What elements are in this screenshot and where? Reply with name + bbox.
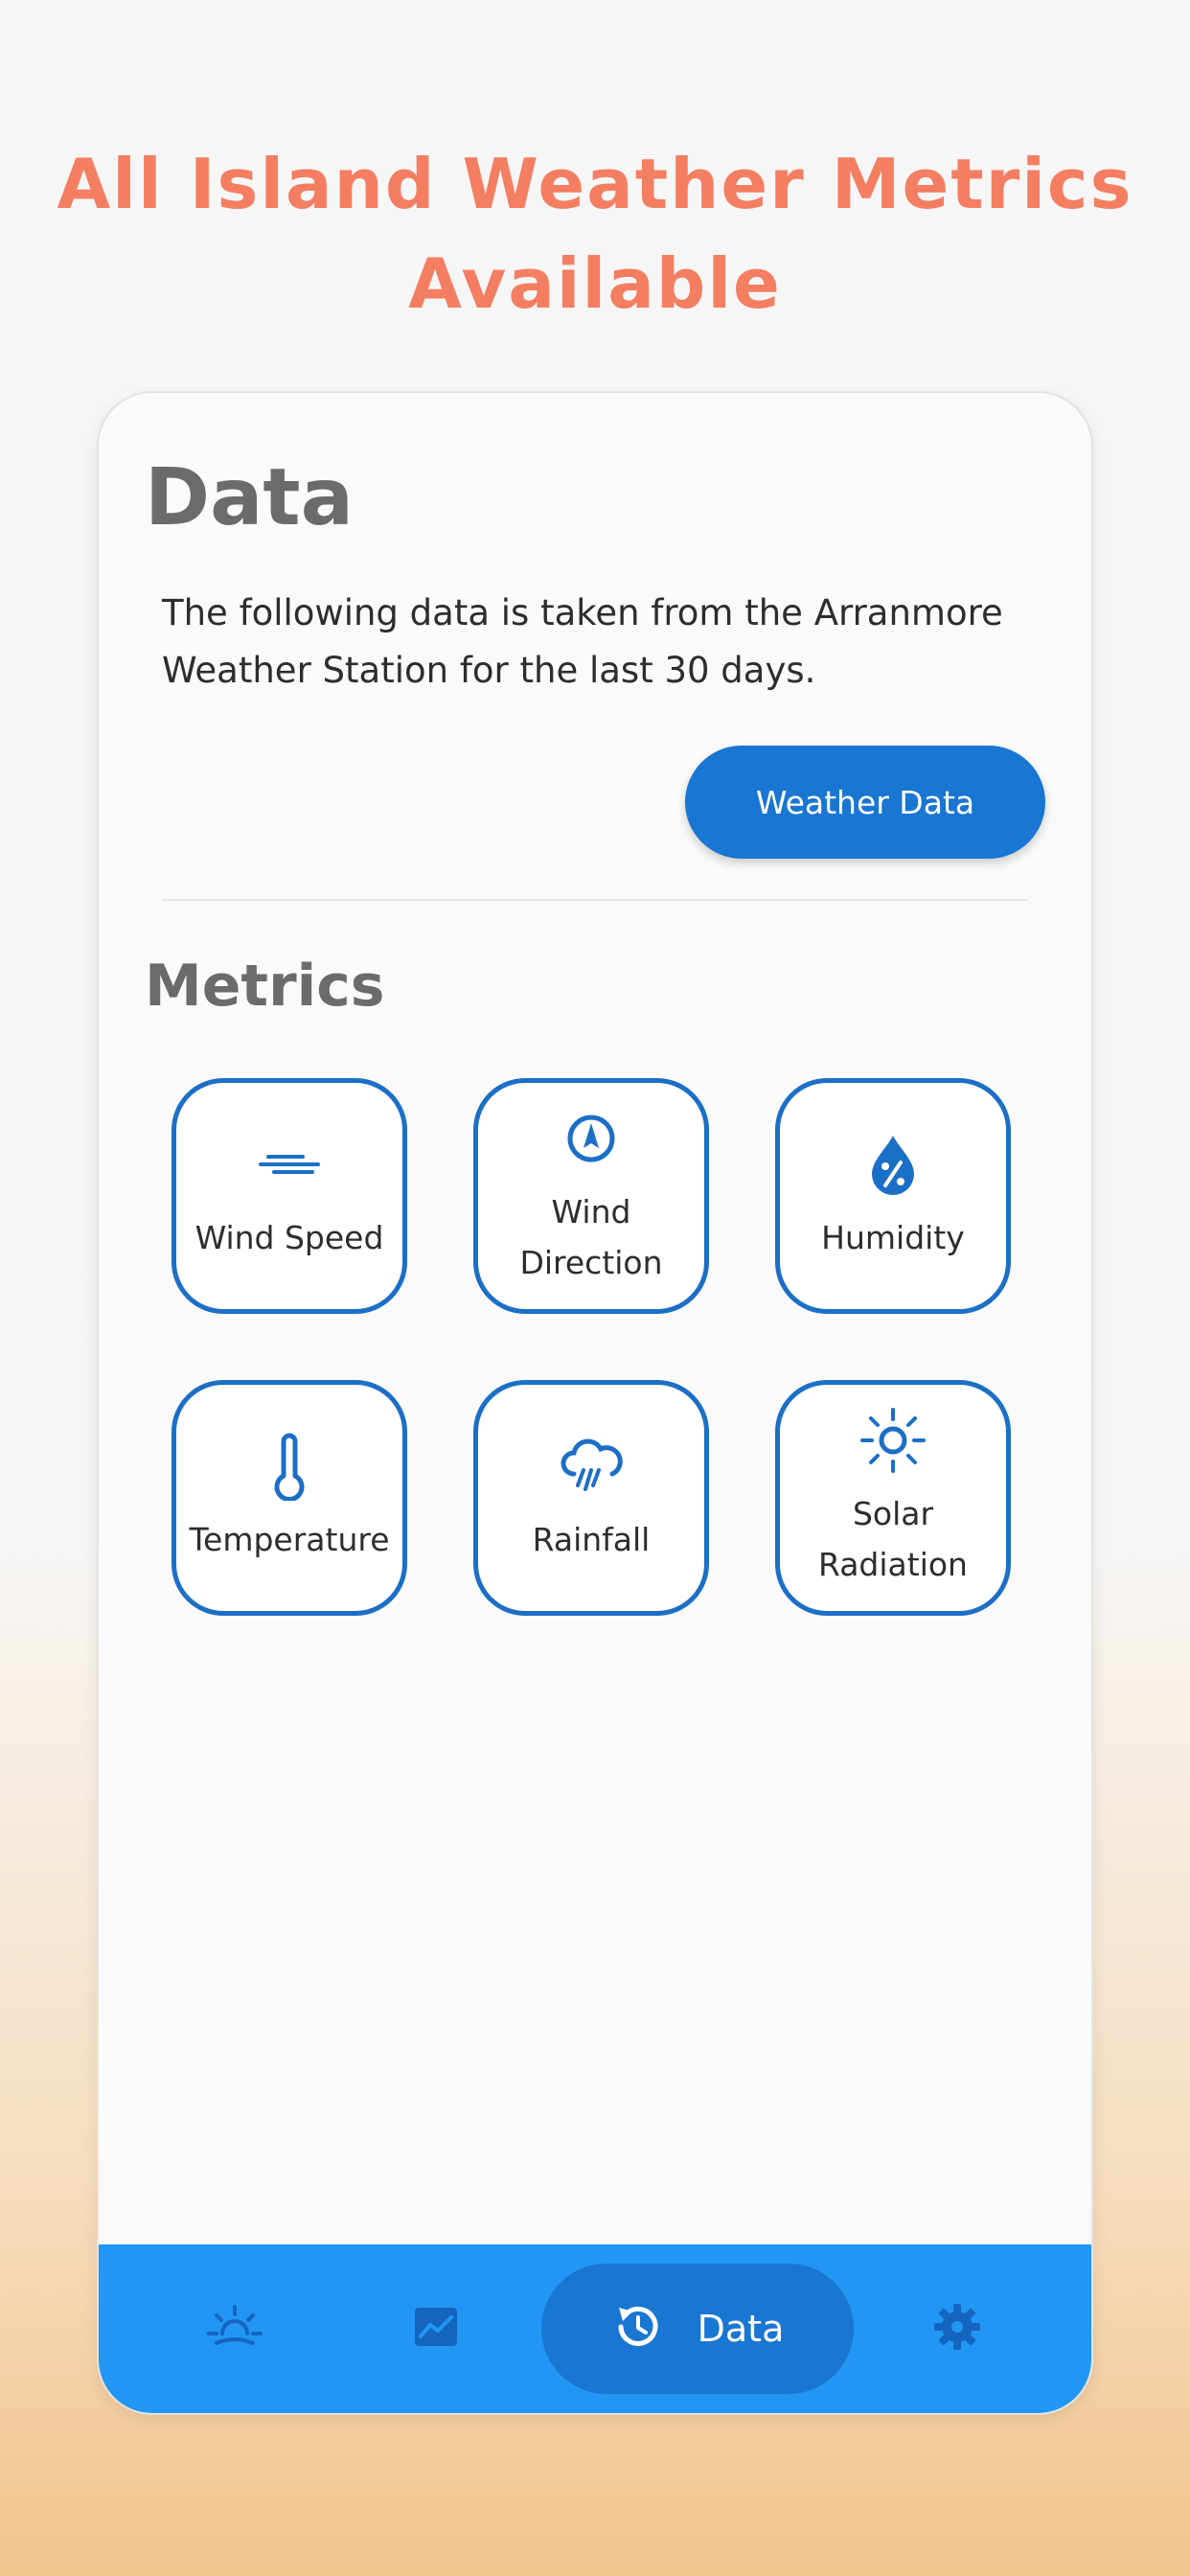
metric-tile-rainfall[interactable]: Rainfall — [473, 1380, 709, 1616]
metric-label: Temperature — [189, 1520, 390, 1558]
metric-label: Humidity — [821, 1218, 965, 1256]
metric-label: Wind Speed — [195, 1218, 384, 1256]
rain-cloud-icon — [557, 1432, 626, 1501]
metric-tile-temperature[interactable]: Temperature — [172, 1380, 407, 1616]
metric-tile-wind-speed[interactable]: Wind Speed — [172, 1078, 407, 1314]
metric-label: Rainfall — [532, 1520, 651, 1558]
data-section-title: Data — [145, 452, 354, 543]
sun-icon — [858, 1406, 927, 1475]
data-description: The following data is taken from the Arr… — [162, 592, 1003, 691]
section-divider — [162, 899, 1028, 901]
metric-tile-solar-radiation[interactable]: Solar Radiation — [775, 1380, 1011, 1616]
weather-data-button[interactable]: Weather Data — [685, 746, 1045, 859]
wind-icon — [255, 1130, 324, 1199]
headline-line-1: All Island Weather Metrics — [57, 144, 1133, 224]
humidity-drop-icon — [858, 1130, 927, 1199]
nav-item-data[interactable]: Data — [541, 2264, 854, 2394]
metric-label: Wind Direction — [519, 1193, 663, 1281]
nav-item-settings[interactable] — [919, 2290, 995, 2367]
nav-item-data-label: Data — [697, 2308, 785, 2350]
metric-label: Solar Radiation — [818, 1495, 968, 1583]
headline-line-2: Available — [408, 243, 782, 324]
nav-item-charts[interactable] — [398, 2290, 474, 2367]
history-icon — [611, 2300, 665, 2358]
metric-tile-humidity[interactable]: Humidity — [775, 1078, 1011, 1314]
chart-icon — [407, 2298, 465, 2359]
bottom-nav-bar: Data — [99, 2244, 1091, 2413]
thermometer-icon — [255, 1432, 324, 1501]
nav-item-forecast[interactable] — [196, 2290, 273, 2367]
sunrise-icon — [203, 2295, 266, 2362]
data-card: Data The following data is taken from th… — [99, 393, 1091, 2413]
compass-icon — [557, 1104, 626, 1173]
page-headline: All Island Weather Metrics Available — [0, 134, 1190, 334]
gear-icon — [930, 2300, 984, 2358]
metrics-section-title: Metrics — [145, 953, 385, 1020]
metric-tile-wind-direction[interactable]: Wind Direction — [473, 1078, 709, 1314]
